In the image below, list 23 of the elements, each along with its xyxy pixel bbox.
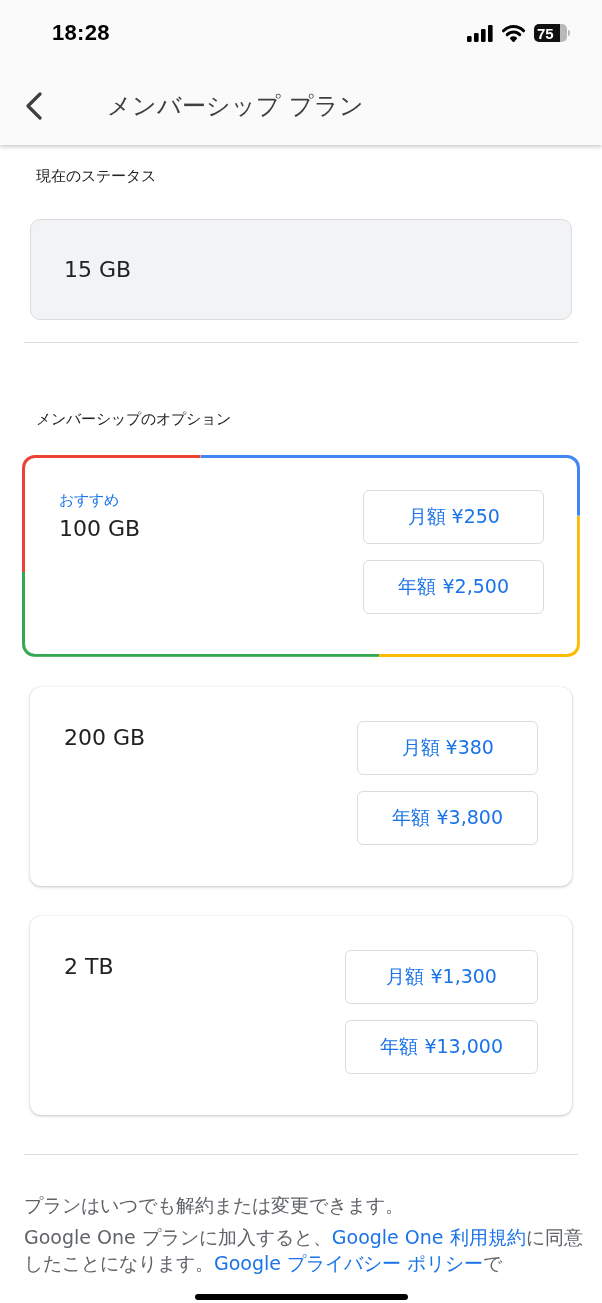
plan-storage: 100 GB [59,515,141,543]
section-heading: メンバーシップのオプション [36,409,231,429]
price-button[interactable]: 年額 ¥13,000 [345,1020,538,1074]
battery-percentage: 75 [537,25,554,41]
plan-storage: 2 TB [64,953,114,981]
cancel-note: プランはいつでも解約または変更できます。 [24,1193,404,1218]
wifi-icon [502,24,525,42]
plan-storage: 200 GB [64,724,146,752]
page-title: メンバーシップ プラン [107,90,364,122]
price-button[interactable]: 年額 ¥3,800 [357,791,538,845]
back-icon [25,91,43,120]
status-time: 18:28 [52,20,110,46]
price-button[interactable]: 月額 ¥1,300 [345,950,538,1004]
current-storage: 15 GB [64,257,132,282]
terms-text: Google One プランに加入すると、Google One 利用規約に同意したことになります。Google プライバシー ポリシーで [24,1225,584,1276]
price-button[interactable]: 年額 ¥2,500 [363,560,544,614]
price-button[interactable]: 月額 ¥380 [357,721,538,775]
signal-icon [467,24,493,42]
terms-link[interactable]: Google プライバシー ポリシー [214,1252,484,1274]
terms-link[interactable]: Google One 利用規約 [331,1226,526,1248]
section-heading: 現在のステータス [36,166,156,186]
recommended-label: おすすめ [59,490,119,510]
price-button[interactable]: 月額 ¥250 [363,490,544,544]
